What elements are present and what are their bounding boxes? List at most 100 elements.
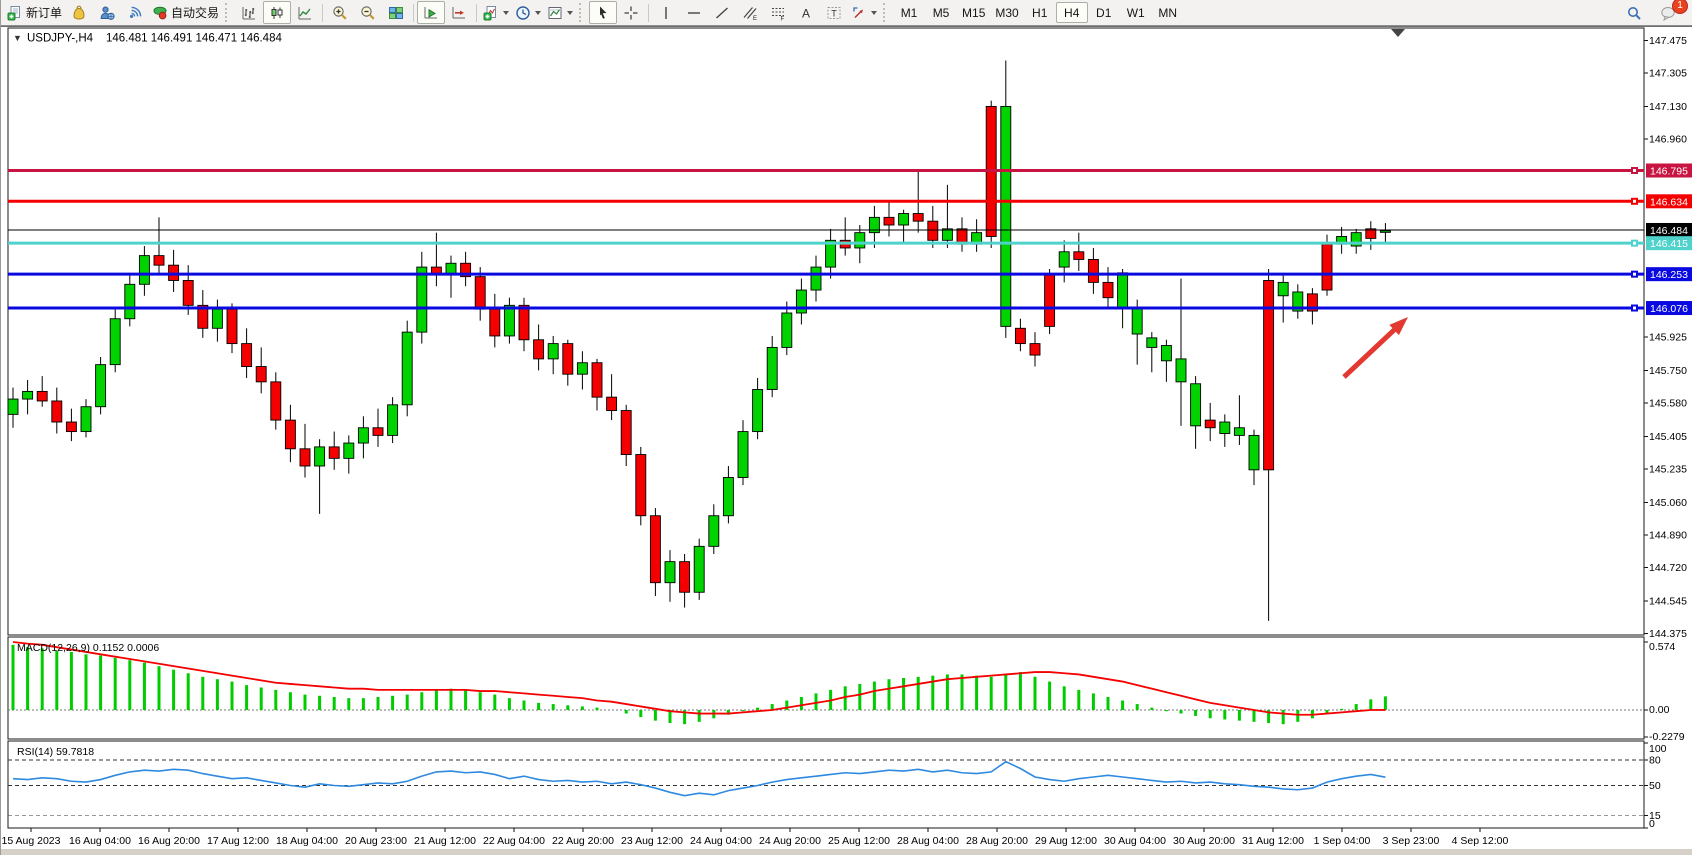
price-tick-label: 145.580 (1649, 397, 1687, 409)
bull-candle-body (81, 407, 91, 432)
fibonacci-tool-button[interactable]: F (764, 1, 792, 24)
timeframe-m1-button[interactable]: M1 (893, 2, 925, 23)
bear-candle-body (285, 420, 295, 449)
timeframe-m30-button[interactable]: M30 (990, 2, 1023, 23)
alerts-button[interactable] (65, 1, 93, 24)
timeframe-h1-button[interactable]: H1 (1024, 2, 1056, 23)
bull-candle-body (1132, 307, 1142, 334)
bear-candle-body (884, 217, 894, 225)
bull-candle-body (212, 309, 222, 328)
bear-candle-body (680, 562, 690, 593)
bear-candle-body (37, 391, 47, 401)
hline-price-label-text: 146.253 (1650, 269, 1688, 281)
time-tick-label: 22 Aug 20:00 (552, 835, 614, 847)
bear-candle-body (1045, 275, 1055, 327)
channel-tool-button[interactable]: E (736, 1, 764, 24)
price-tick-label: 145.235 (1649, 463, 1687, 475)
shapes-tool-button[interactable] (848, 1, 880, 24)
vertical-line-tool-button[interactable] (652, 1, 680, 24)
price-tick-label: 144.890 (1649, 529, 1687, 541)
toolbar-separator (322, 4, 323, 22)
timeframe-m1-button-label: M1 (901, 6, 918, 20)
horizontal-line-tool-button[interactable] (680, 1, 708, 24)
bull-candle-body (1278, 282, 1288, 295)
time-tick-label: 24 Aug 20:00 (759, 835, 821, 847)
autotrade-icon (152, 5, 168, 21)
time-tick-label: 20 Aug 23:00 (345, 835, 407, 847)
timeframe-d1-button[interactable]: D1 (1088, 2, 1120, 23)
bar-chart-button[interactable] (235, 1, 263, 24)
bull-candle-body (767, 347, 777, 389)
bull-candle-body (694, 546, 704, 592)
candlestick-chart-button[interactable] (263, 1, 291, 24)
usdjpy-h4-chart[interactable]: 147.475147.305147.130146.960145.925145.7… (1, 26, 1692, 855)
line-chart-button[interactable] (291, 1, 319, 24)
templates-button[interactable] (544, 1, 576, 24)
indicators-icon (483, 5, 499, 21)
bull-candle-body (1176, 359, 1186, 382)
notifications-button[interactable]: 1 (1654, 1, 1682, 24)
tile-windows-button[interactable] (382, 1, 410, 24)
timeframe-h4-button[interactable]: H4 (1056, 2, 1088, 23)
alerts-icon (71, 5, 87, 21)
new-order-button[interactable]: 新订单 (4, 1, 65, 24)
price-tick-label: 144.720 (1649, 562, 1687, 574)
signals-button[interactable] (121, 1, 149, 24)
bear-candle-body (373, 428, 383, 436)
bear-candle-body (271, 382, 281, 420)
time-tick-label: 30 Aug 20:00 (1173, 835, 1235, 847)
community-icon (99, 5, 115, 21)
bull-candle-body (796, 290, 806, 313)
rsi-axis-label: 0 (1649, 818, 1655, 830)
new-order-button-label: 新订单 (26, 4, 62, 21)
cursor-icon (595, 5, 611, 21)
bull-candle-body (1191, 384, 1201, 426)
bull-candle-body (899, 214, 909, 225)
hline-price-label-text: 146.634 (1650, 196, 1688, 208)
auto-trading-button[interactable]: 自动交易 (149, 1, 222, 24)
bear-candle-body (52, 401, 62, 422)
shapes-icon (851, 5, 867, 21)
bull-candle-body (402, 332, 412, 405)
bear-candle-body (490, 309, 500, 336)
chart-title-symbol: USDJPY-,H4 (27, 33, 94, 45)
bear-candle-body (1088, 259, 1098, 282)
bear-candle-body (329, 447, 339, 458)
indicators-button[interactable] (480, 1, 512, 24)
chart-shift-button[interactable] (445, 1, 473, 24)
text-label-tool-button[interactable]: T (820, 1, 848, 24)
zoom-in-button[interactable] (326, 1, 354, 24)
timeframe-mn-button[interactable]: MN (1152, 2, 1184, 23)
crosshair-tool-button[interactable] (617, 1, 645, 24)
bear-candle-body (1030, 344, 1040, 355)
search-button[interactable] (1620, 1, 1648, 24)
text-tool-button[interactable]: A (792, 1, 820, 24)
auto-scroll-button[interactable] (417, 1, 445, 24)
bull-candle-body (110, 319, 120, 365)
bull-candle-body (139, 256, 149, 285)
time-tick-label: 23 Aug 12:00 (621, 835, 683, 847)
auto-trading-button-label: 自动交易 (171, 4, 219, 21)
trendline-tool-button[interactable] (708, 1, 736, 24)
timeframe-w1-button[interactable]: W1 (1120, 2, 1152, 23)
bull-candle-body (1234, 428, 1244, 436)
bull-candle-body (811, 267, 821, 290)
svg-text:F: F (781, 16, 785, 21)
rsi-axis-label: 50 (1649, 780, 1661, 792)
bear-candle-body (227, 309, 237, 343)
timeframe-h4-button-label: H4 (1064, 6, 1079, 20)
bull-candle-body (125, 284, 135, 318)
toolbar-separator (648, 4, 649, 22)
time-tick-label: 22 Aug 04:00 (483, 835, 545, 847)
time-tick-label: 25 Aug 12:00 (828, 835, 890, 847)
community-button[interactable] (93, 1, 121, 24)
symbol-dropdown-icon[interactable]: ▼ (13, 33, 22, 43)
cursor-tool-button[interactable] (589, 1, 617, 24)
bull-candle-body (504, 305, 514, 336)
time-tick-label: 28 Aug 20:00 (966, 835, 1028, 847)
timeframe-m5-button[interactable]: M5 (925, 2, 957, 23)
zoom-out-button[interactable] (354, 1, 382, 24)
timeframe-m15-button[interactable]: M15 (957, 2, 990, 23)
periods-button[interactable] (512, 1, 544, 24)
macd-axis-label: 0.00 (1649, 704, 1670, 716)
